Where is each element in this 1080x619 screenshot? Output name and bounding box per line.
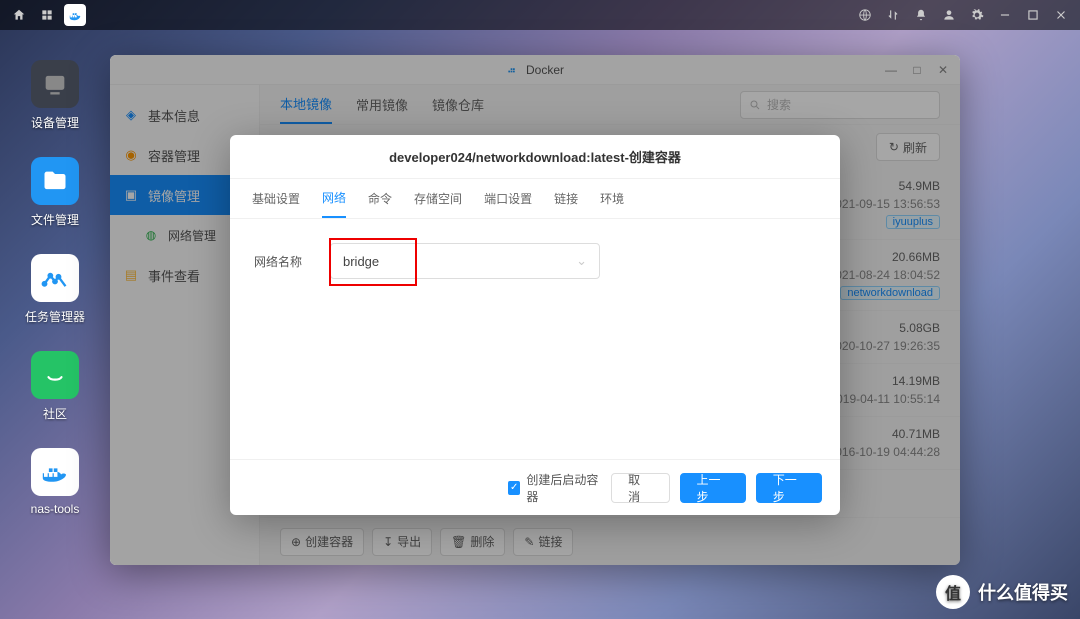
mtab-network[interactable]: 网络 (322, 179, 346, 218)
start-after-create-checkbox[interactable]: ✓ 创建后启动容器 (508, 471, 601, 505)
watermark: 值 什么值得买 (936, 575, 1068, 609)
maximize-icon[interactable] (1022, 4, 1044, 26)
desktop-label: 社区 (43, 405, 67, 422)
network-name-select[interactable]: bridge ⌄ (330, 243, 600, 279)
desktop-task-mgr[interactable]: 任务管理器 (10, 254, 100, 325)
minimize-icon[interactable] (994, 4, 1016, 26)
cancel-button[interactable]: 取 消 (611, 473, 669, 503)
os-taskbar (0, 0, 1080, 30)
desktop-label: nas-tools (31, 502, 80, 516)
apps-icon[interactable] (36, 4, 58, 26)
gear-icon[interactable] (966, 4, 988, 26)
mtab-storage[interactable]: 存储空间 (414, 179, 462, 218)
prev-step-button[interactable]: 上一步 (680, 473, 746, 503)
updown-icon[interactable] (882, 4, 904, 26)
network-name-label: 网络名称 (254, 253, 310, 270)
bell-icon[interactable] (910, 4, 932, 26)
close-icon[interactable] (1050, 4, 1072, 26)
desktop-label: 设备管理 (31, 114, 79, 131)
user-icon[interactable] (938, 4, 960, 26)
desktop-device-mgmt[interactable]: 设备管理 (10, 60, 100, 131)
desktop-label: 任务管理器 (25, 308, 85, 325)
desktop-file-mgmt[interactable]: 文件管理 (10, 157, 100, 228)
mtab-command[interactable]: 命令 (368, 179, 392, 218)
watermark-logo: 值 (936, 575, 970, 609)
create-container-modal: developer024/networkdownload:latest-创建容器… (230, 135, 840, 515)
modal-tabs: 基础设置 网络 命令 存储空间 端口设置 链接 环境 (230, 179, 840, 219)
mtab-link[interactable]: 链接 (554, 179, 578, 218)
mtab-basic[interactable]: 基础设置 (252, 179, 300, 218)
mtab-env[interactable]: 环境 (600, 179, 624, 218)
mtab-ports[interactable]: 端口设置 (484, 179, 532, 218)
desktop-icons: 设备管理 文件管理 任务管理器 社区 nas-tools (10, 60, 100, 516)
checkbox-icon: ✓ (508, 481, 520, 495)
select-value: bridge (343, 254, 379, 269)
next-step-button[interactable]: 下一步 (756, 473, 822, 503)
desktop-label: 文件管理 (31, 211, 79, 228)
chevron-down-icon: ⌄ (576, 253, 587, 269)
docker-taskbar-icon[interactable] (64, 4, 86, 26)
globe-icon[interactable] (854, 4, 876, 26)
home-icon[interactable] (8, 4, 30, 26)
desktop-nas-tools[interactable]: nas-tools (10, 448, 100, 516)
desktop-community[interactable]: 社区 (10, 351, 100, 422)
modal-title: developer024/networkdownload:latest-创建容器 (230, 135, 840, 179)
